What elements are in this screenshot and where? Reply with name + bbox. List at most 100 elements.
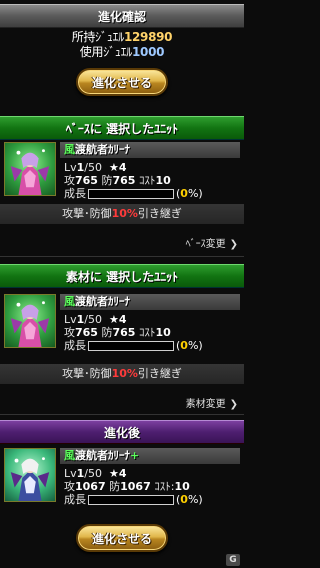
material-section-title: 素材に 選択したﾕﾆｯﾄ [65, 269, 179, 284]
base-inherit-suffix: 引き継ぎ [137, 207, 182, 220]
after-unit-growth-line: 成長 (0%) [64, 493, 203, 506]
base-inherit-prefix: 攻撃･防御 [62, 207, 112, 220]
material-unit-name-bar: 風渡航者ｶﾘｰﾅ [60, 294, 240, 310]
base-atk-label: 攻 [64, 174, 75, 187]
material-lv-max: /50 [84, 313, 102, 326]
material-unit-name: 渡航者ｶﾘｰﾅ [75, 295, 130, 308]
material-unit-thumbnail [4, 294, 56, 348]
after-cost-value: 10 [174, 480, 190, 493]
after-atk-value: 1067 [75, 480, 106, 493]
site-logo: G [226, 554, 240, 566]
base-cost-value: 10 [155, 174, 171, 187]
after-cost-label: ｺｽﾄ: [154, 480, 175, 493]
base-change-link[interactable]: ﾍﾞｰｽ変更 ❯ [186, 235, 238, 250]
base-change-label: ﾍﾞｰｽ変更 [185, 239, 226, 250]
material-change-link[interactable]: 素材変更 ❯ [186, 395, 238, 410]
after-lv-max: /50 [84, 467, 102, 480]
material-unit-level-line: Lv1/50 ★4 [64, 313, 127, 326]
after-unit-stats-line: 攻1067 防1067 ｺｽﾄ:10 [64, 480, 190, 493]
star-icon: ★ [109, 313, 119, 326]
base-growth-percent-value: 0 [180, 187, 188, 200]
base-inherit-bar: 攻撃･防御10%引き継ぎ [0, 204, 244, 224]
material-inherit-suffix: 引き継ぎ [137, 367, 182, 380]
page-title-band: 進化確認 [0, 4, 244, 28]
base-unit-card[interactable]: 風渡航者ｶﾘｰﾅ Lv1/50 ★4 攻765 防765 ｺｽﾄ10 成長 (0%… [4, 142, 240, 200]
material-cost-value: 10 [155, 326, 171, 339]
unit-portrait-image [10, 457, 50, 501]
base-def-label: 防 [101, 174, 113, 187]
after-def-label: 防 [109, 480, 121, 493]
chevron-right-icon: ❯ [229, 239, 238, 250]
material-inherit-bar: 攻撃･防御10%引き継ぎ [0, 364, 244, 384]
owned-jewel-value: 129890 [123, 30, 173, 44]
base-growth-bar [88, 189, 174, 199]
material-change-label: 素材変更 [185, 399, 226, 410]
material-inherit-value: 10% [111, 367, 138, 380]
unit-portrait-image [10, 149, 50, 195]
after-unit-name-bar: 風渡航者ｶﾘｰﾅ+ [60, 448, 240, 464]
after-growth-percent-value: 0 [180, 493, 188, 506]
material-unit-stats-line: 攻765 防765 ｺｽﾄ10 [64, 326, 171, 339]
after-atk-label: 攻 [64, 480, 75, 493]
base-lv-max: /50 [84, 161, 102, 174]
material-inherit-prefix: 攻撃･防御 [62, 367, 112, 380]
evolve-button-bottom[interactable]: 進化させる [76, 524, 168, 552]
base-unit-growth-line: 成長 (0%) [64, 187, 203, 200]
after-unit-attribute: 風 [64, 449, 75, 462]
material-atk-label: 攻 [64, 326, 75, 339]
material-atk-value: 765 [75, 326, 98, 339]
material-def-label: 防 [101, 326, 113, 339]
after-lv-label: Lv [64, 467, 77, 480]
base-unit-level-line: Lv1/50 ★4 [64, 161, 127, 174]
after-section-title: 進化後 [103, 425, 140, 440]
after-unit-plus: + [130, 449, 140, 462]
base-unit-stats-line: 攻765 防765 ｺｽﾄ10 [64, 174, 171, 187]
used-jewel-value: 1000 [132, 45, 165, 59]
used-jewel-label: 使用ｼﾞｭｴﾙ [79, 45, 133, 59]
material-unit-card[interactable]: 風渡航者ｶﾘｰﾅ Lv1/50 ★4 攻765 防765 ｺｽﾄ10 成長 (0%… [4, 294, 240, 352]
base-unit-thumbnail [4, 142, 56, 196]
after-growth-bar [88, 495, 174, 505]
base-inherit-value: 10% [111, 207, 138, 220]
base-growth-percent: (0%) [176, 187, 203, 200]
used-jewel-line: 使用ｼﾞｭｴﾙ1000 [0, 45, 244, 60]
base-section-title: ﾍﾞｰｽに 選択したﾕﾆｯﾄ [65, 121, 179, 136]
base-lv-label: Lv [64, 161, 77, 174]
material-growth-percent: (0%) [176, 339, 203, 352]
base-cost-label: ｺｽﾄ [138, 174, 156, 187]
base-section-header: ﾍﾞｰｽに 選択したﾕﾆｯﾄ [0, 116, 244, 140]
material-growth-bar [88, 341, 174, 351]
material-cost-label: ｺｽﾄ [138, 326, 156, 339]
after-star-count: 4 [118, 467, 127, 480]
owned-jewel-line: 所持ｼﾞｭｴﾙ129890 [0, 30, 244, 45]
star-icon: ★ [109, 467, 119, 480]
jewel-summary: 所持ｼﾞｭｴﾙ129890 使用ｼﾞｭｴﾙ1000 [0, 30, 244, 60]
divider [0, 414, 244, 415]
after-unit-thumbnail [4, 448, 56, 502]
material-section-header: 素材に 選択したﾕﾆｯﾄ [0, 264, 244, 288]
material-def-value: 765 [112, 326, 136, 339]
base-star-count: 4 [118, 161, 127, 174]
after-growth-percent: (0%) [176, 493, 203, 506]
material-lv-label: Lv [64, 313, 77, 326]
material-star-count: 4 [118, 313, 127, 326]
page-title: 進化確認 [97, 9, 146, 24]
owned-jewel-label: 所持ｼﾞｭｴﾙ [71, 30, 125, 44]
base-unit-name: 渡航者ｶﾘｰﾅ [75, 143, 130, 156]
after-unit-name: 渡航者ｶﾘｰﾅ [75, 449, 130, 462]
base-growth-label: 成長 [64, 187, 86, 200]
evolve-button-top[interactable]: 進化させる [76, 68, 168, 96]
base-def-value: 765 [112, 174, 136, 187]
after-section-header: 進化後 [0, 420, 244, 444]
after-def-value: 1067 [120, 480, 151, 493]
material-growth-label: 成長 [64, 339, 86, 352]
material-unit-growth-line: 成長 (0%) [64, 339, 203, 352]
base-unit-attribute: 風 [64, 143, 75, 156]
base-atk-value: 765 [75, 174, 98, 187]
material-growth-percent-value: 0 [180, 339, 188, 352]
after-unit-card: 風渡航者ｶﾘｰﾅ+ Lv1/50 ★4 攻1067 防1067 ｺｽﾄ:10 成… [4, 448, 240, 506]
after-growth-label: 成長 [64, 493, 86, 506]
star-icon: ★ [109, 161, 119, 174]
unit-portrait-image [10, 301, 50, 347]
material-unit-attribute: 風 [64, 295, 75, 308]
